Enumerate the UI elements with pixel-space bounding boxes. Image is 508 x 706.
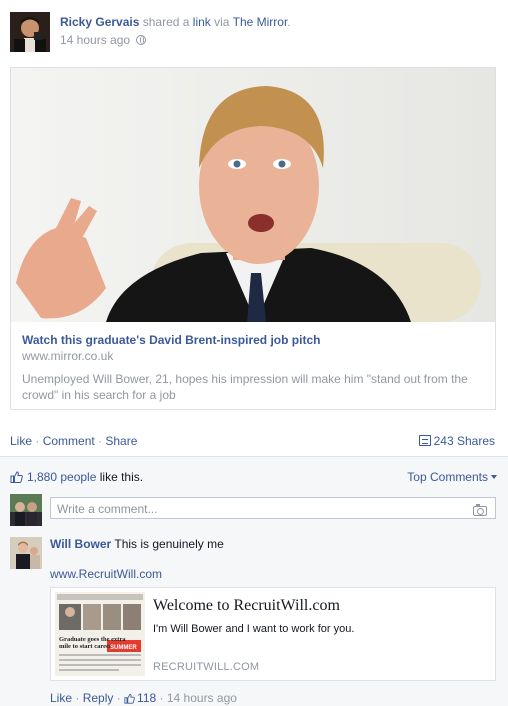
shared-text: shared a: [142, 15, 190, 29]
link-preview-image[interactable]: [11, 68, 495, 322]
comment-input[interactable]: Write a comment...: [50, 497, 496, 519]
share-icon: [418, 435, 431, 446]
share-button[interactable]: Share: [105, 434, 137, 448]
shares-count: 243 Shares: [433, 434, 495, 448]
thumb-caption-line2: mile to start career: [59, 643, 112, 650]
comment-author[interactable]: Will Bower: [50, 537, 111, 551]
story-headline: Ricky Gervais shared a link via The Mirr…: [60, 15, 291, 29]
thumb-caption-line1: Graduate goes the extra: [59, 636, 126, 643]
via-text: via: [214, 15, 230, 29]
comment-body: Will Bower This is genuinely me www.Recr…: [50, 537, 496, 705]
link-word[interactable]: link: [193, 15, 211, 29]
comment-preview-domain: RECRUITWILL.COM: [153, 661, 260, 673]
top-comments-dropdown[interactable]: Top Comments: [407, 470, 497, 484]
link-title[interactable]: Watch this graduate's David Brent-inspir…: [22, 333, 320, 347]
comment-like-count[interactable]: 118: [137, 691, 156, 705]
thumbs-up-icon: [10, 471, 23, 483]
author-name[interactable]: Ricky Gervais: [60, 15, 139, 29]
story-meta: 14 hours ago: [60, 33, 147, 47]
comment-preview-title[interactable]: Welcome to RecruitWill.com: [153, 597, 340, 615]
separator-dot: ·: [32, 434, 43, 448]
chevron-down-icon: [491, 475, 497, 479]
comment-placeholder: Write a comment...: [57, 502, 158, 516]
top-comments-label: Top Comments: [407, 470, 488, 484]
headline-period: .: [287, 15, 291, 29]
comment-like-button[interactable]: Like: [50, 691, 72, 705]
shares-count-link[interactable]: 243 Shares: [418, 434, 495, 448]
feed-story: Ricky Gervais shared a link via The Mirr…: [0, 0, 508, 706]
source-link[interactable]: The Mirror: [233, 15, 288, 29]
globe-icon[interactable]: [136, 35, 147, 45]
comment-link-preview[interactable]: Graduate goes the extra mile to start ca…: [50, 587, 496, 681]
separator-dot: ·: [156, 691, 167, 705]
viewer-avatar[interactable]: [10, 494, 42, 526]
link-description: Unemployed Will Bower, 21, hopes his imp…: [22, 372, 468, 402]
separator-dot: ·: [72, 691, 83, 705]
commenter-avatar[interactable]: [10, 537, 42, 569]
comment-button[interactable]: Comment: [43, 434, 95, 448]
thumb-caption-line3: SUMMER: [110, 645, 137, 651]
comment-preview-thumbnail[interactable]: Graduate goes the extra mile to start ca…: [55, 592, 145, 676]
separator-dot: ·: [94, 434, 106, 448]
feedback-section: 1,880 people like this. Top Comments Wri…: [0, 456, 508, 706]
camera-icon[interactable]: [473, 504, 487, 516]
timestamp[interactable]: 14 hours ago: [60, 33, 130, 47]
comment-preview-description: I'm Will Bower and I want to work for yo…: [153, 623, 355, 635]
likes-suffix: like this.: [99, 470, 144, 484]
likes-count[interactable]: 1,880 people: [27, 470, 96, 484]
comment-reply-button[interactable]: Reply: [83, 691, 114, 705]
link-domain: www.mirror.co.uk: [22, 349, 114, 363]
write-comment-row: Write a comment...: [10, 494, 496, 526]
comment-actions: Like · Reply · 118 · 14 hours ago: [50, 691, 237, 705]
separator-dot: ·: [113, 691, 125, 705]
comment-time[interactable]: 14 hours ago: [167, 691, 237, 705]
comment-text: This is genuinely me: [114, 537, 224, 551]
thumbs-up-icon: [124, 693, 135, 704]
story-actions: Like · Comment · Share: [10, 434, 137, 448]
link-preview-card[interactable]: Watch this graduate's David Brent-inspir…: [10, 67, 496, 410]
likes-summary: 1,880 people like this.: [10, 470, 143, 484]
comment-line: Will Bower This is genuinely me: [50, 537, 496, 551]
comment-url[interactable]: www.RecruitWill.com: [50, 567, 162, 581]
author-avatar[interactable]: [10, 12, 50, 52]
like-button[interactable]: Like: [10, 434, 32, 448]
